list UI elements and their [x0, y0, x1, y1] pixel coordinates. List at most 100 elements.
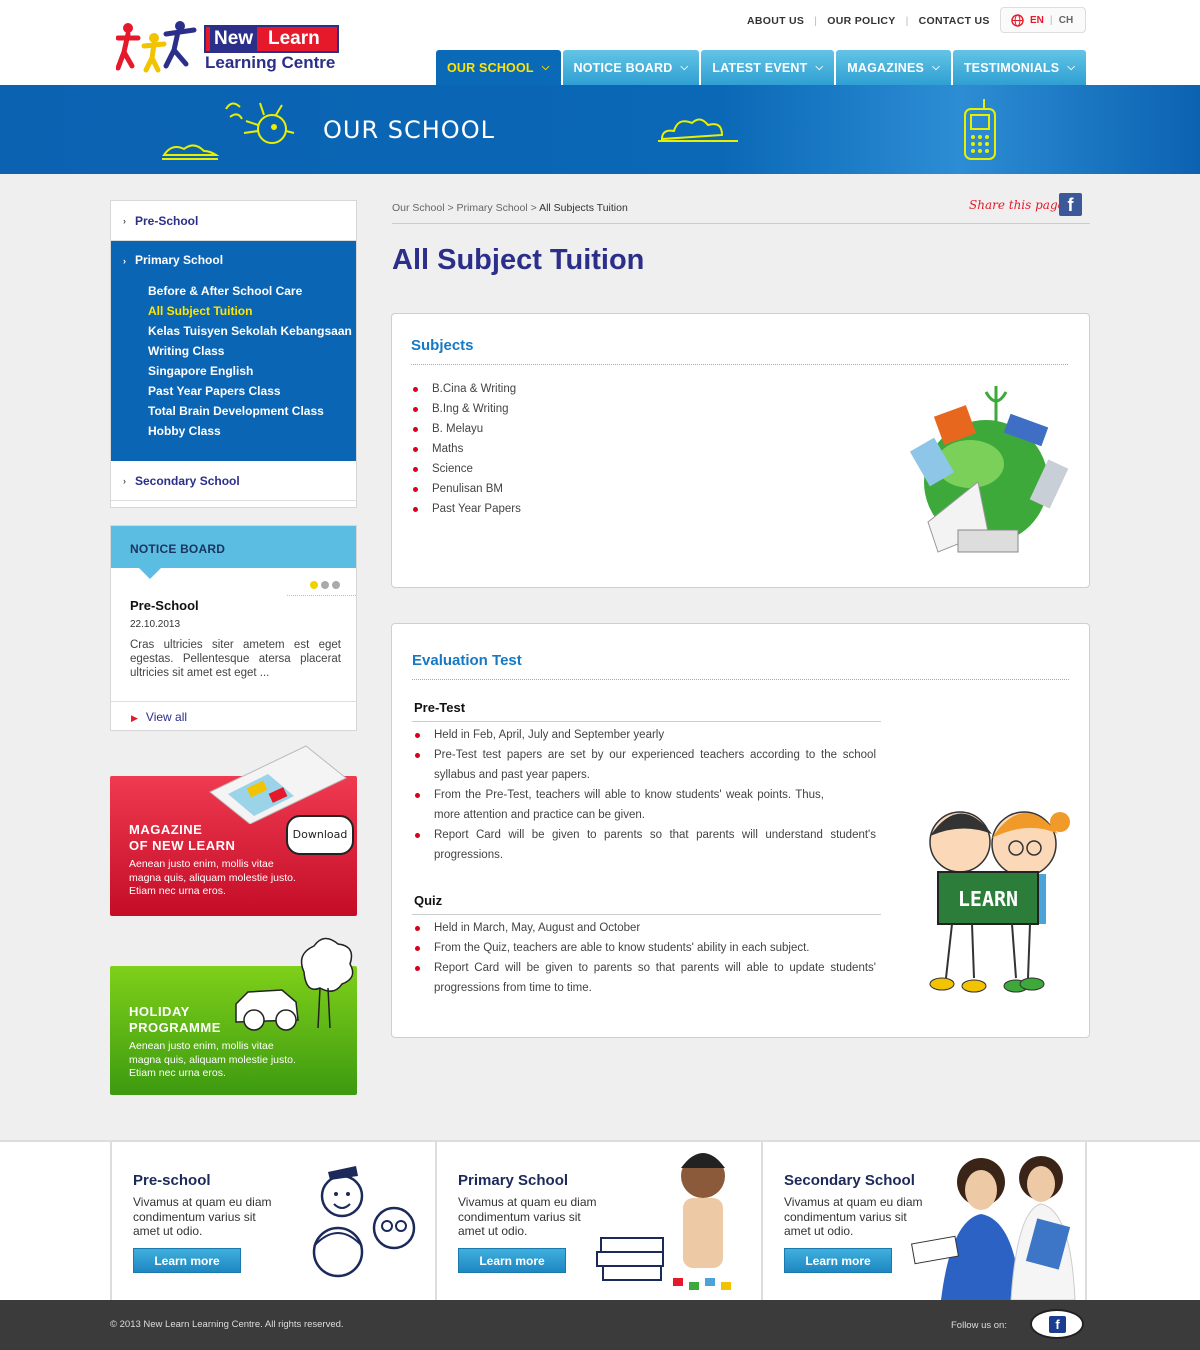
program-title: Pre-school [133, 1172, 211, 1189]
promo-text: Aenean justo enim, mollis vitae magna qu… [129, 1040, 296, 1079]
logo-wordmark: New Learn [204, 25, 339, 53]
language-switcher: EN | CH [1000, 7, 1086, 33]
list-item: Maths [412, 439, 712, 459]
learn-more-button[interactable]: Learn more [133, 1248, 241, 1273]
lang-en-link[interactable]: EN [1030, 15, 1044, 26]
contact-us-link[interactable]: CONTACT US [919, 15, 990, 27]
list-item: B.Cina & Writing [412, 379, 712, 399]
chevron-down-icon: ⌵ [680, 62, 689, 73]
divider [412, 679, 1069, 680]
kids-faces-doodle-icon [312, 1166, 416, 1278]
magazine-book-icon [209, 745, 347, 824]
logo-word-new: New [210, 27, 258, 51]
chevron-down-icon: ⌵ [541, 62, 550, 73]
carousel-dots [310, 581, 340, 589]
tree-car-doodle-icon [235, 937, 354, 1031]
learn-more-button[interactable]: Learn more [458, 1248, 566, 1273]
view-all-link[interactable]: ▶ View all [111, 701, 356, 731]
sidebar-item-label: Pre-School [135, 213, 199, 228]
submenu-past-year-papers[interactable]: Past Year Papers Class [148, 383, 352, 403]
list-item: Penulisan BM [412, 479, 712, 499]
program-title: Secondary School [784, 1172, 915, 1189]
list-item: B.Ing & Writing [412, 399, 712, 419]
submenu-singapore-english[interactable]: Singapore English [148, 363, 352, 383]
carousel-dot[interactable] [310, 581, 318, 589]
promo-text: Aenean justo enim, mollis vitae magna qu… [129, 858, 296, 897]
evaluation-heading: Evaluation Test [412, 652, 522, 669]
list-item: Pre-Test test papers are set by our expe… [414, 745, 876, 785]
site-footer: © 2013 New Learn Learning Centre. All ri… [0, 1300, 1200, 1350]
subjects-heading: Subjects [411, 337, 474, 354]
submenu-before-after-care[interactable]: Before & After School Care [148, 283, 352, 303]
notice-pointer [138, 567, 162, 579]
arrow-right-icon: ▶ [131, 713, 138, 723]
submenu-hobby-class[interactable]: Hobby Class [148, 423, 352, 443]
top-links: ABOUT US | OUR POLICY | CONTACT US | [747, 14, 1013, 28]
breadcrumb-primary-school[interactable]: Primary School [457, 202, 528, 214]
list-item: Science [412, 459, 712, 479]
promo-title: MAGAZINE OF NEW LEARN [129, 822, 235, 854]
subjects-list: B.Cina & Writing B.Ing & Writing B. Mela… [412, 379, 712, 519]
chevron-down-icon: ⌵ [932, 62, 940, 73]
about-us-link[interactable]: ABOUT US [747, 15, 804, 27]
nav-latest-event[interactable]: LATEST EVENT ⌵ [701, 50, 835, 85]
view-all-label: View all [145, 710, 188, 724]
divider [287, 595, 356, 596]
submenu-kelas-tuisyen[interactable]: Kelas Tuisyen Sekolah Kebangsaan [148, 323, 352, 343]
sidebar-item-primary[interactable]: › Primary School [123, 253, 223, 267]
evaluation-panel: Evaluation Test Pre-Test Held in Feb, Ap… [391, 623, 1090, 1038]
nav-our-school[interactable]: OUR SCHOOL ⌵ [436, 50, 561, 85]
divider [411, 364, 1068, 365]
main-nav: OUR SCHOOL ⌵ NOTICE BOARD ⌵ LATEST EVENT ⌵ … [436, 50, 1088, 85]
girl-with-books-photo-icon [596, 1153, 731, 1290]
breadcrumb-our-school[interactable]: Our School [392, 202, 445, 214]
facebook-icon: f [1049, 1316, 1066, 1333]
separator: | [814, 15, 818, 27]
board-text: LEARN [958, 887, 1018, 911]
program-card-primary: Primary School Vivamus at quam eu diam c… [435, 1142, 761, 1302]
quiz-heading: Quiz [414, 893, 443, 908]
nav-testimonials[interactable]: TESTIMONIALS ⌵ [952, 50, 1087, 85]
submenu-writing-class[interactable]: Writing Class [148, 343, 352, 363]
students-photo-icon [911, 1156, 1076, 1300]
chevron-right-icon: › [123, 256, 126, 266]
subjects-panel: Subjects B.Cina & Writing B.Ing & Writin… [391, 313, 1090, 588]
kids-learn-board-illustration-icon: LEARN [929, 811, 1070, 993]
breadcrumb: Our School > Primary School > All Subjec… [392, 202, 628, 214]
our-policy-link[interactable]: OUR POLICY [827, 15, 895, 27]
globe-books-illustration-icon [909, 386, 1069, 553]
nav-label: MAGAZINES [847, 60, 925, 75]
nav-notice-board[interactable]: NOTICE BOARD ⌵ [562, 50, 700, 85]
promo-title-line2: PROGRAMME [129, 1020, 221, 1035]
list-item: Report Card will be given to parents so … [414, 958, 876, 998]
share-label: Share this page: [969, 198, 1069, 212]
phone-doodle-icon [964, 99, 996, 160]
program-card-secondary: Secondary School Vivamus at quam eu diam… [761, 1142, 1087, 1302]
nav-magazines[interactable]: MAGAZINES ⌵ [836, 50, 951, 85]
separator: | [1049, 14, 1053, 26]
sidebar-item-preschool[interactable]: › Pre-School [111, 201, 356, 241]
chevron-down-icon: ⌵ [815, 62, 824, 73]
carousel-dot[interactable] [332, 581, 340, 589]
notice-title: Pre-School [130, 598, 199, 613]
facebook-follow-icon[interactable]: f [1030, 1309, 1084, 1339]
download-button[interactable]: Download [286, 815, 354, 855]
submenu-all-subject-tuition[interactable]: All Subject Tuition [148, 303, 352, 323]
submenu-total-brain[interactable]: Total Brain Development Class [148, 403, 352, 423]
copyright-text: © 2013 New Learn Learning Centre. All ri… [110, 1319, 344, 1330]
sidebar-item-secondary[interactable]: › Secondary School [111, 461, 356, 501]
learn-more-button[interactable]: Learn more [784, 1248, 892, 1273]
carousel-dot[interactable] [321, 581, 329, 589]
cloud-doodle-icon [658, 118, 738, 142]
lang-ch-link[interactable]: CH [1059, 15, 1073, 26]
globe-icon [1011, 13, 1024, 27]
banner-title: OUR SCHOOL [323, 116, 495, 144]
site-logo[interactable]: New Learn Learning Centre [116, 20, 342, 76]
logo-word-learn: Learn [268, 28, 320, 49]
breadcrumb-separator: > [527, 202, 540, 214]
breadcrumb-separator: > [444, 202, 457, 214]
facebook-share-icon[interactable]: f [1059, 193, 1082, 216]
list-item: From the Quiz, teachers are able to know… [414, 938, 876, 958]
notice-header: NOTICE BOARD [111, 526, 356, 568]
footer-programs: Pre-school Vivamus at quam eu diam condi… [0, 1140, 1200, 1302]
